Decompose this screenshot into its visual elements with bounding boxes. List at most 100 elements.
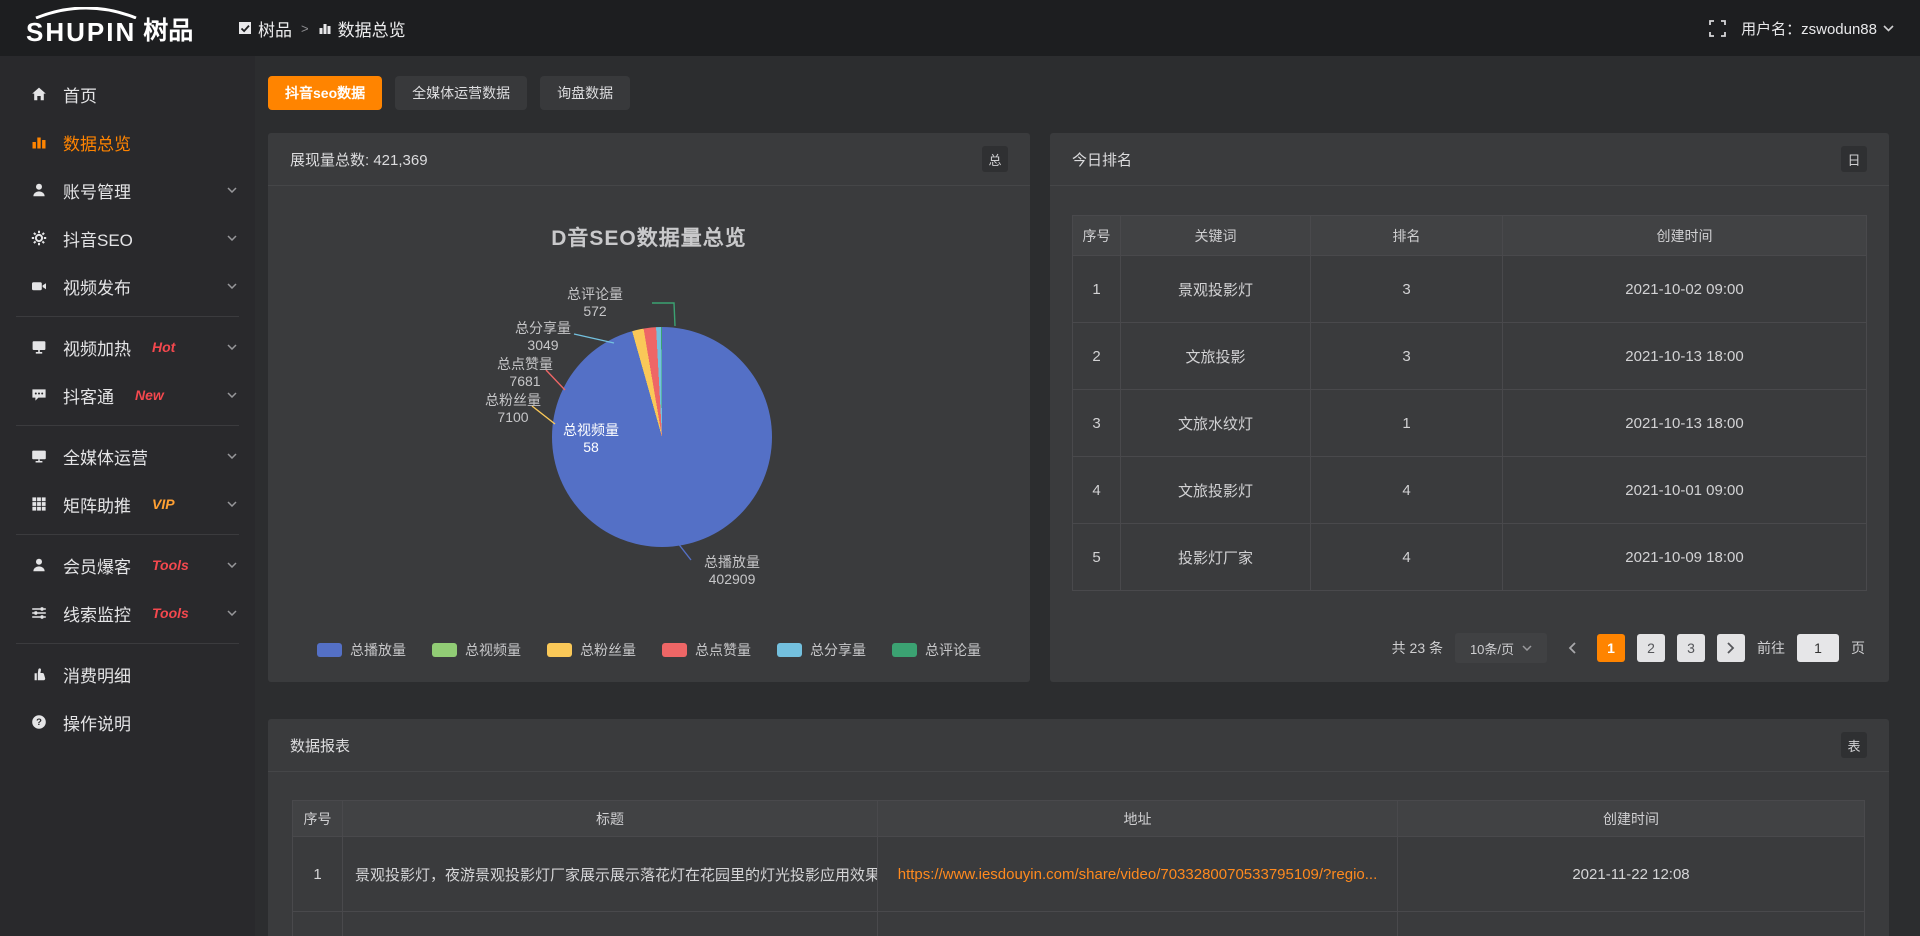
user-label: 用户名：zswodun88 [1741, 18, 1877, 39]
video-camera-icon [30, 277, 48, 295]
page-button-2[interactable]: 2 [1637, 634, 1665, 662]
column-header: 标题 [343, 801, 878, 837]
sidebar-item-douyin-seo[interactable]: 抖音SEO [0, 214, 255, 262]
created-time-cell: 2021-11-22 12:08 [1398, 837, 1865, 912]
goto-unit-label: 页 [1851, 638, 1865, 658]
legend-item-fans[interactable]: 总粉丝量 [547, 640, 636, 660]
chevron-down-icon [1522, 645, 1532, 651]
column-header: 序号 [293, 801, 343, 837]
legend-item-plays[interactable]: 总播放量 [317, 640, 406, 660]
video-url-cell: https://www.iesdouyin.com/share/video/70… [878, 837, 1398, 912]
next-page-button[interactable] [1717, 634, 1745, 662]
sidebar-item-matrix-boost[interactable]: 矩阵助推 VIP [0, 480, 255, 528]
ranking-table: 序号 关键词 排名 创建时间 1景观投影灯32021-10-02 09:00 [1072, 215, 1867, 591]
chevron-down-icon [227, 283, 237, 289]
page-button-3[interactable]: 3 [1677, 634, 1705, 662]
breadcrumb-current: 数据总览 [318, 16, 406, 41]
page-button-1[interactable]: 1 [1597, 634, 1625, 662]
brand-logo[interactable]: SHUPIN 树品 [0, 11, 230, 45]
report-card-header: 数据报表 表 [268, 719, 1889, 772]
breadcrumb-separator: > [301, 21, 309, 36]
pie-leader-lines [268, 186, 1030, 682]
sidebar-item-video-heat[interactable]: 视频加热 Hot [0, 323, 255, 371]
leader-line [652, 303, 675, 326]
data-tabs: 抖音seo数据 全媒体运营数据 询盘数据 [268, 76, 1889, 110]
sidebar-item-label: 账号管理 [63, 178, 131, 203]
legend-item-shares[interactable]: 总分享量 [777, 640, 866, 660]
table-row: 1 景观投影灯，夜游景观投影灯厂家展示展示落花灯在花园里的灯光投影应用效果 # … [293, 837, 1865, 912]
logo-wordmark: SHUPIN [26, 11, 136, 45]
legend-item-likes[interactable]: 总点赞量 [662, 640, 751, 660]
monitor-icon [30, 447, 48, 465]
tab-omnimedia-data[interactable]: 全媒体运营数据 [395, 76, 527, 110]
total-toggle-button[interactable]: 总 [982, 146, 1008, 172]
column-header: 关键词 [1121, 216, 1311, 256]
video-link[interactable]: https://www.iesdouyin.com/share/video/70… [898, 866, 1378, 883]
svg-text:?: ? [36, 717, 42, 728]
chart-legend: 总播放量 总视频量 总粉丝量 [268, 640, 1030, 660]
sidebar-item-home[interactable]: 首页 [0, 70, 255, 118]
table-header-row: 序号 关键词 排名 创建时间 [1073, 216, 1867, 256]
tab-douyin-seo-data[interactable]: 抖音seo数据 [268, 76, 382, 110]
sidebar-item-label: 会员爆客 [63, 553, 131, 578]
sidebar-item-spend-details[interactable]: 消费明细 [0, 650, 255, 698]
legend-swatch [317, 643, 342, 657]
tab-inquiry-data[interactable]: 询盘数据 [540, 76, 630, 110]
table-header-row: 序号 标题 地址 创建时间 [293, 801, 1865, 837]
app-shell: 首页 数据总览 账号管理 抖音SEO 视频发布 [0, 56, 1920, 936]
ranking-card-title: 今日排名 [1072, 149, 1132, 170]
table-row: 3文旅水纹灯12021-10-13 18:00 [1073, 390, 1867, 457]
page-size-select[interactable]: 10条/页 [1455, 633, 1547, 663]
table-row: 1景观投影灯32021-10-02 09:00 [1073, 256, 1867, 323]
fullscreen-icon[interactable] [1709, 20, 1726, 37]
sidebar-item-label: 矩阵助推 [63, 492, 131, 517]
sidebar-item-accounts[interactable]: 账号管理 [0, 166, 255, 214]
report-card-title: 数据报表 [290, 735, 350, 756]
question-circle-icon: ? [30, 713, 48, 731]
sidebar-item-omnimedia[interactable]: 全媒体运营 [0, 432, 255, 480]
sidebar-item-label: 数据总览 [63, 130, 131, 155]
row-index: 1 [293, 837, 343, 912]
total-impressions-label: 展现量总数: 421,369 [290, 149, 428, 170]
sidebar-item-data-overview[interactable]: 数据总览 [0, 118, 255, 166]
chart-bars-icon [30, 133, 48, 151]
pie-label-comments: 总评论量572 [540, 286, 650, 320]
prev-page-button[interactable] [1559, 634, 1585, 662]
legend-swatch [547, 643, 572, 657]
user-menu[interactable]: 用户名：zswodun88 [1741, 18, 1894, 39]
legend-swatch [892, 643, 917, 657]
sidebar-item-doketong[interactable]: 抖客通 New [0, 371, 255, 419]
sidebar-item-clue-monitor[interactable]: 线索监控 Tools [0, 589, 255, 637]
home-icon [30, 85, 48, 103]
chevron-down-icon [227, 562, 237, 568]
overview-card-header: 展现量总数: 421,369 总 [268, 133, 1030, 186]
member-icon [30, 556, 48, 574]
square-logo-icon [238, 21, 252, 35]
chevron-down-icon [227, 187, 237, 193]
breadcrumb-root[interactable]: 树品 [238, 16, 292, 41]
legend-swatch [432, 643, 457, 657]
screen-icon [30, 338, 48, 356]
logo-cn: 树品 [143, 13, 193, 44]
top-bar: SHUPIN 树品 树品 > 数据总览 用户名：zswodun88 [0, 0, 1920, 56]
chevron-down-icon [227, 344, 237, 350]
sidebar-item-video-publish[interactable]: 视频发布 [0, 262, 255, 310]
column-header: 创建时间 [1398, 801, 1865, 837]
sidebar-item-label: 视频发布 [63, 274, 131, 299]
day-toggle-button[interactable]: 日 [1841, 146, 1867, 172]
sidebar-item-label: 视频加热 [63, 335, 131, 360]
chevron-left-icon [1568, 642, 1576, 654]
main-content: 抖音seo数据 全媒体运营数据 询盘数据 展现量总数: 421,369 总 D音… [255, 56, 1920, 936]
chevron-down-icon [1883, 25, 1894, 32]
pie-chart-area: D音SEO数据量总览 总评论量572 [268, 186, 1030, 682]
tools-badge: Tools [152, 605, 189, 621]
legend-item-videos[interactable]: 总视频量 [432, 640, 521, 660]
column-header: 创建时间 [1503, 216, 1867, 256]
legend-item-comments[interactable]: 总评论量 [892, 640, 981, 660]
vip-badge: VIP [152, 496, 175, 512]
goto-page-input[interactable] [1797, 634, 1839, 662]
table-toggle-button[interactable]: 表 [1841, 732, 1867, 758]
sidebar-item-help[interactable]: ? 操作说明 [0, 698, 255, 746]
sidebar-item-member-leads[interactable]: 会员爆客 Tools [0, 541, 255, 589]
chevron-down-icon [227, 235, 237, 241]
